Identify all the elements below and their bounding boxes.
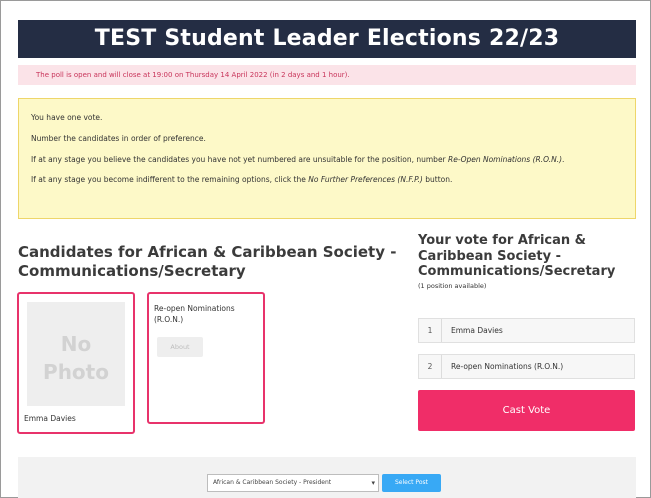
instruction-ron-suffix: . <box>562 155 565 164</box>
instruction-ron: If at any stage you believe the candidat… <box>31 154 623 165</box>
preference-rank: 1 <box>419 319 442 342</box>
preference-rank: 2 <box>419 355 442 378</box>
about-button[interactable]: About <box>157 337 203 357</box>
photo-placeholder-line2: Photo <box>43 360 109 384</box>
candidate-name: Emma Davies <box>24 414 76 423</box>
instruction-nfp-emphasis: No Further Preferences (N.F.P.) <box>308 175 423 184</box>
instruction-nfp: If at any stage you become indifferent t… <box>31 174 623 185</box>
instruction-nfp-prefix: If at any stage you become indifferent t… <box>31 175 309 184</box>
preference-name: Re-open Nominations (R.O.N.) <box>451 362 564 371</box>
cast-vote-button[interactable]: Cast Vote <box>418 390 635 431</box>
instruction-nfp-suffix: button. <box>422 175 453 184</box>
preference-name: Emma Davies <box>451 326 503 335</box>
instruction-number-candidates: Number the candidates in order of prefer… <box>31 134 206 143</box>
candidate-card-ron[interactable]: Re-open Nominations (R.O.N.) About <box>147 292 265 424</box>
post-selector-bar: African & Caribbean Society - President … <box>18 457 636 498</box>
poll-status-notice: The poll is open and will close at 19:00… <box>18 65 636 85</box>
select-post-button[interactable]: Select Post <box>382 474 441 492</box>
chevron-down-icon: ▾ <box>371 479 375 487</box>
post-select-value: African & Caribbean Society - President <box>213 479 332 486</box>
ron-label: Re-open Nominations (R.O.N.) <box>154 304 235 324</box>
instruction-ron-emphasis: Re-Open Nominations (R.O.N.) <box>448 155 562 164</box>
page-title: TEST Student Leader Elections 22/23 <box>18 20 636 58</box>
voting-instructions: You have one vote. Number the candidates… <box>18 98 636 219</box>
photo-placeholder-line1: No <box>60 332 92 356</box>
instruction-ron-prefix: If at any stage you believe the candidat… <box>31 155 449 164</box>
candidate-card-emma-davies[interactable]: No Photo Emma Davies <box>17 292 135 434</box>
preference-row[interactable]: 2 Re-open Nominations (R.O.N.) <box>418 354 635 379</box>
positions-available-note: (1 position available) <box>418 282 487 290</box>
preference-row[interactable]: 1 Emma Davies <box>418 318 635 343</box>
instruction-one-vote: You have one vote. <box>31 113 103 122</box>
candidate-photo-placeholder: No Photo <box>27 302 125 406</box>
vote-panel-heading: Your vote for African & Caribbean Societ… <box>418 233 616 279</box>
candidates-heading: Candidates for African & Caribbean Socie… <box>18 243 397 280</box>
post-select-dropdown[interactable]: African & Caribbean Society - President … <box>207 474 379 492</box>
